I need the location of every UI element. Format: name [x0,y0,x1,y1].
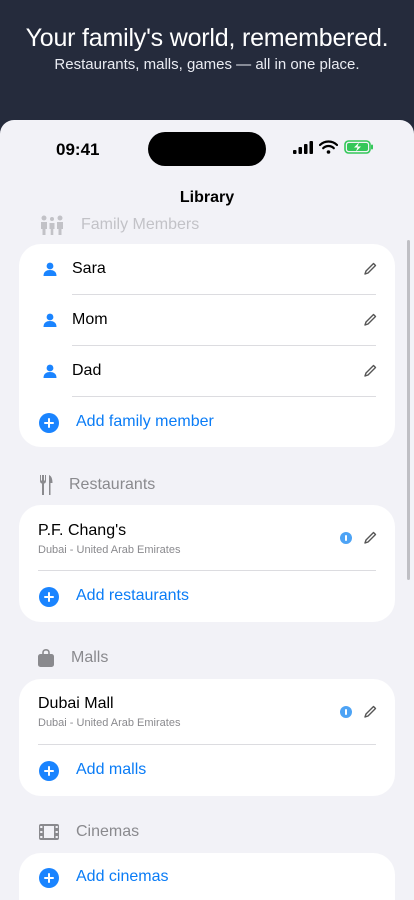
page-title: Library [179,189,235,206]
info-icon[interactable] [340,532,352,544]
person-icon [43,262,57,276]
restaurant-row[interactable]: P.F. Chang's Dubai - United Arab Emirate… [19,505,395,571]
mall-location: Dubai - United Arab Emirates [38,717,181,729]
cinemas-card: Add cinemas [19,853,395,900]
banner-title: Your family's world, remembered. [25,24,389,52]
person-icon [43,313,57,327]
malls-card: Dubai Mall Dubai - United Arab Emirates … [19,679,395,796]
edit-pencil-icon[interactable] [363,313,377,327]
status-icons [293,140,374,154]
mall-name: Dubai Mall [38,695,114,712]
promo-banner: Your family's world, remembered. Restaur… [0,0,414,120]
section-header-malls: Malls [38,649,108,667]
shopping-bag-icon [38,649,71,667]
section-header-cinemas: Cinemas [39,823,139,841]
family-members-card: Sara Mom Dad Add family member [19,244,395,447]
restaurant-location: Dubai - United Arab Emirates [38,544,181,556]
add-family-member-button[interactable]: Add family member [19,397,395,447]
battery-charging-icon [344,140,373,154]
wifi-icon [319,140,338,154]
family-member-name: Sara [72,260,106,277]
scrollbar[interactable] [407,240,410,580]
edit-pencil-icon[interactable] [363,364,377,378]
family-icon [39,215,81,235]
family-member-name: Dad [72,362,102,379]
family-member-name: Mom [72,311,108,328]
section-header-restaurants: Restaurants [39,475,155,495]
info-icon[interactable] [340,706,352,718]
section-header-label: Malls [71,649,109,666]
plus-circle-icon [39,413,59,433]
restaurant-name: P.F. Chang's [38,522,127,539]
plus-circle-icon [39,868,59,888]
mall-row[interactable]: Dubai Mall Dubai - United Arab Emirates [19,679,395,745]
phone-screen: 09:41 Library Family Members Sara Mom Da… [0,120,414,900]
person-icon [43,364,57,378]
restaurants-card: P.F. Chang's Dubai - United Arab Emirate… [19,505,395,622]
add-malls-button[interactable]: Add malls [19,745,395,796]
family-member-row[interactable]: Sara [19,244,395,295]
cellular-signal-icon [293,140,313,154]
section-header-family: Family Members [39,215,199,235]
fork-knife-icon [39,475,69,495]
section-header-label: Cinemas [76,823,140,840]
film-icon [39,824,76,840]
add-family-member-label: Add family member [76,413,214,430]
plus-circle-icon [39,761,59,781]
family-member-row[interactable]: Dad [19,346,395,397]
edit-pencil-icon[interactable] [363,531,377,545]
add-cinemas-button[interactable]: Add cinemas [19,853,395,900]
add-malls-label: Add malls [76,761,147,778]
dynamic-island [148,132,266,166]
family-member-row[interactable]: Mom [19,295,395,346]
section-header-label: Restaurants [69,476,156,493]
plus-circle-icon [39,587,59,607]
add-cinemas-label: Add cinemas [76,868,169,885]
status-time: 09:41 [56,140,100,159]
banner-subtitle: Restaurants, malls, games — all in one p… [54,56,360,73]
add-restaurants-label: Add restaurants [76,587,189,604]
add-restaurants-button[interactable]: Add restaurants [19,571,395,622]
edit-pencil-icon[interactable] [363,262,377,276]
section-header-label: Family Members [81,216,200,233]
edit-pencil-icon[interactable] [363,705,377,719]
